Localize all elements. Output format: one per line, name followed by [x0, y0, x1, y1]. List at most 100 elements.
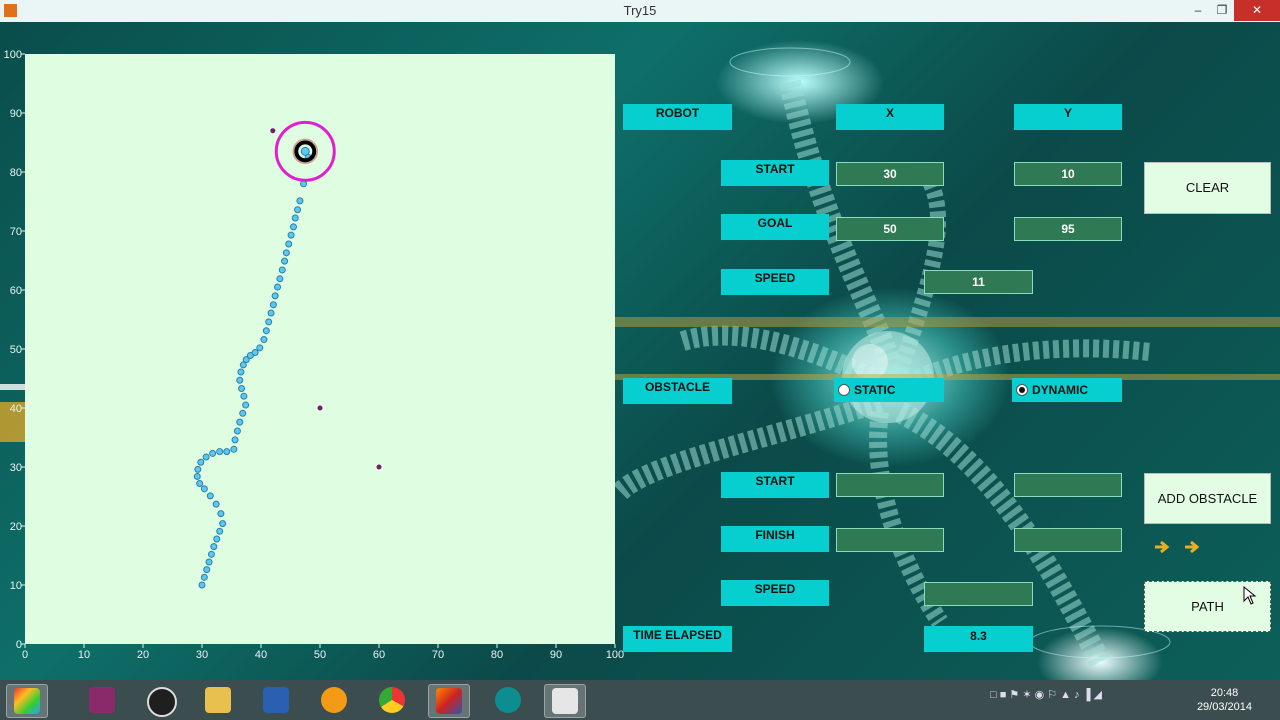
x-tick-label: 20: [137, 649, 149, 661]
path-point: [294, 206, 302, 214]
system-tray[interactable]: □ ■ ⚑ ✶ ◉ ⚐ ▲ ♪ ▐ ◢: [990, 688, 1102, 701]
dynamic-radio[interactable]: DYNAMIC: [1012, 378, 1122, 402]
path-point: [223, 448, 231, 456]
taskbar-word[interactable]: [256, 684, 296, 716]
title-bar: Try15 – ❐ ✕: [0, 0, 1280, 23]
path-point: [262, 327, 270, 335]
path-point: [237, 368, 245, 376]
taskbar-app-window[interactable]: [544, 684, 586, 718]
obstacle-speed-label: SPEED: [721, 580, 829, 606]
x-header: X: [836, 104, 944, 130]
taskbar-media-player[interactable]: [314, 684, 354, 716]
y-tick-label: 50: [10, 344, 22, 356]
x-tick-label: 90: [550, 649, 562, 661]
restore-button[interactable]: ❐: [1207, 0, 1237, 21]
y-tick-label: 40: [10, 403, 22, 415]
path-point: [209, 449, 217, 457]
add-obstacle-button[interactable]: ADD OBSTACLE: [1144, 473, 1271, 524]
robot-start-x-input[interactable]: 30: [836, 162, 944, 186]
path-point: [271, 292, 279, 300]
x-tick-label: 100: [606, 649, 624, 661]
start-button[interactable]: [6, 684, 48, 718]
clock[interactable]: 20:48 29/03/2014: [1197, 686, 1252, 714]
clock-date: 29/03/2014: [1196, 701, 1252, 713]
path-point: [206, 492, 214, 500]
y-tick-label: 0: [16, 639, 22, 651]
path-point: [219, 520, 227, 528]
taskbar-arduino[interactable]: [488, 684, 528, 716]
robot-header: ROBOT: [623, 104, 732, 130]
path-point: [285, 240, 293, 248]
x-tick-label: 30: [196, 649, 208, 661]
time-elapsed-label: TIME ELAPSED: [623, 626, 732, 652]
path-point: [217, 510, 225, 518]
path-point: [207, 550, 215, 558]
path-point: [216, 527, 224, 535]
path-point: [230, 445, 238, 453]
obstacle-start-y-input[interactable]: [1014, 473, 1122, 497]
taskbar: □ ■ ⚑ ✶ ◉ ⚐ ▲ ♪ ▐ ◢ 20:48 29/03/2014: [0, 680, 1280, 720]
robot-speed-input[interactable]: 11: [924, 270, 1033, 294]
path-point: [233, 427, 241, 435]
x-tick-label: 40: [255, 649, 267, 661]
y-tick-label: 100: [4, 49, 22, 61]
figure-window: 0 10 20 30 40 50 60 70 80 90 100 0 10 20 30 40 50 60 70 80…: [0, 22, 1280, 680]
path-point: [210, 543, 218, 551]
path-point: [239, 409, 247, 417]
taskbar-hp[interactable]: [140, 684, 180, 717]
x-tick-label: 0: [22, 649, 28, 661]
path-point: [213, 535, 221, 543]
path-point: [260, 336, 268, 344]
robot-start-y-input[interactable]: 10: [1014, 162, 1122, 186]
y-axis: 0 10 20 30 40 50 60 70 80 90 100: [4, 49, 25, 651]
goal-marker: [274, 120, 336, 182]
obstacle-finish-y-input[interactable]: [1014, 528, 1122, 552]
static-radio-indicator: [838, 383, 850, 396]
static-radio[interactable]: STATIC: [834, 378, 944, 402]
path-plot: 0 10 20 30 40 50 60 70 80 90 100 0 10 20 30 40 50 60 70 80…: [4, 49, 625, 661]
path-point: [196, 480, 204, 488]
path-point: [289, 223, 297, 231]
dynamic-radio-indicator: [1016, 383, 1028, 396]
path-point: [197, 458, 205, 466]
obstacle-start-label: START: [721, 472, 829, 498]
obstacle-label: OBSTACLE: [623, 378, 732, 404]
matlab-icon: [436, 688, 462, 714]
taskbar-chrome[interactable]: [372, 684, 412, 716]
path-point: [276, 275, 284, 283]
taskbar-file-explorer[interactable]: [198, 684, 238, 716]
obstacle-markers: [270, 128, 382, 470]
obstacle-speed-input[interactable]: [924, 582, 1033, 606]
path-point: [238, 385, 246, 393]
taskbar-remote[interactable]: [82, 684, 122, 716]
taskbar-matlab[interactable]: [428, 684, 470, 718]
x-tick-label: 10: [78, 649, 90, 661]
obstacle-start-x-input[interactable]: [836, 473, 944, 497]
hp-icon: [147, 687, 177, 717]
path-point: [291, 214, 299, 222]
robot-goal-x-input[interactable]: 50: [836, 217, 944, 241]
path-button[interactable]: PATH: [1144, 581, 1271, 632]
obstacle-point: [376, 464, 382, 470]
dynamic-radio-label: DYNAMIC: [1032, 383, 1088, 397]
path-point: [282, 249, 290, 257]
obstacle-finish-label: FINISH: [721, 526, 829, 552]
robot-position: [300, 146, 310, 156]
path-point: [200, 485, 208, 493]
obstacle-finish-x-input[interactable]: [836, 528, 944, 552]
path-point: [251, 349, 259, 357]
path-point: [256, 344, 264, 352]
y-tick-label: 80: [10, 167, 22, 179]
path-point: [198, 581, 206, 589]
path-point: [216, 448, 224, 456]
start-icon: [14, 688, 40, 714]
close-button[interactable]: ✕: [1234, 0, 1280, 21]
robot-goal-y-input[interactable]: 95: [1014, 217, 1122, 241]
path-point: [287, 231, 295, 239]
path-point: [193, 472, 201, 480]
clear-button[interactable]: CLEAR: [1144, 162, 1271, 214]
y-tick-label: 90: [10, 108, 22, 120]
y-tick-label: 30: [10, 462, 22, 474]
time-elapsed-value: 8.3: [924, 626, 1033, 652]
y-tick-label: 20: [10, 521, 22, 533]
